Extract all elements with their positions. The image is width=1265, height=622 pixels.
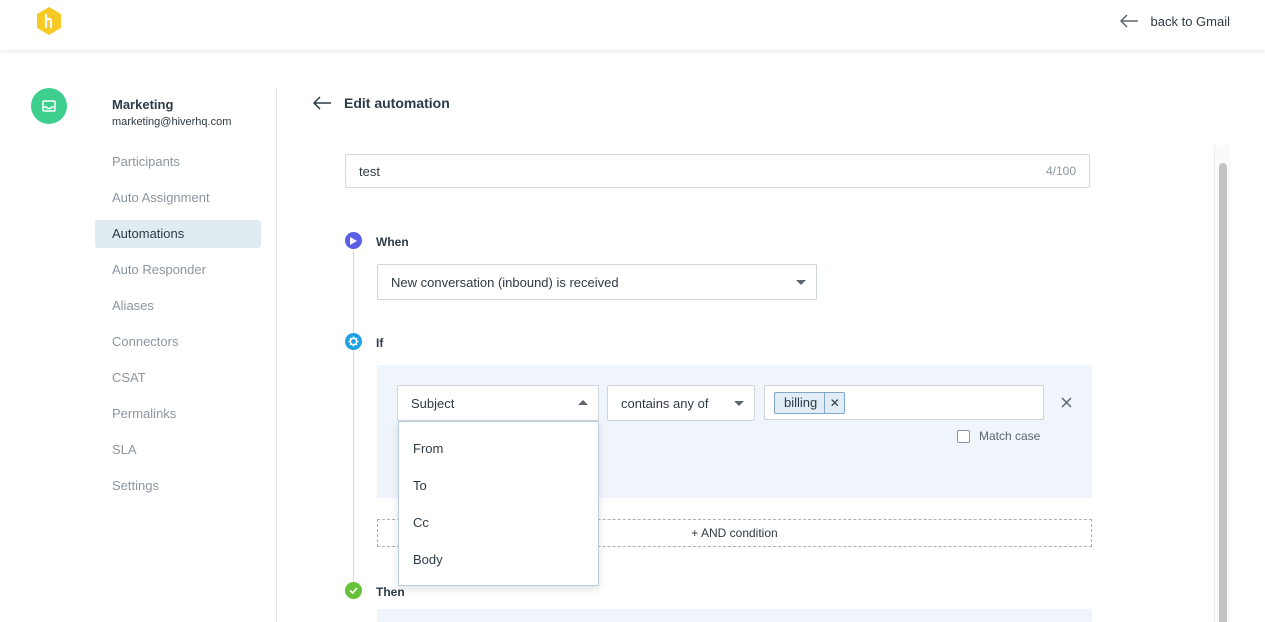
arrow-left-icon (1119, 14, 1138, 28)
inbox-name: Marketing (112, 97, 174, 112)
sidebar-item-sla[interactable]: SLA (95, 436, 261, 464)
check-icon (345, 582, 362, 599)
sidebar-item-permalinks[interactable]: Permalinks (95, 400, 261, 428)
chevron-down-icon (796, 280, 806, 285)
character-counter: 4/100 (1045, 164, 1076, 178)
page-header: Edit automation (312, 95, 450, 111)
tag-remove-icon[interactable]: ✕ (824, 392, 844, 413)
page-title: Edit automation (344, 95, 450, 111)
match-case-option: Match case (957, 429, 1040, 443)
sidebar-item-settings[interactable]: Settings (95, 472, 261, 500)
sidebar-item-auto-assignment[interactable]: Auto Assignment (95, 184, 261, 212)
scrollbar-track[interactable] (1214, 145, 1230, 622)
condition-field-value: Subject (411, 395, 455, 411)
chevron-down-icon (734, 401, 744, 406)
dropdown-option-cc[interactable]: Cc (399, 504, 598, 541)
step-connector-line (353, 250, 354, 585)
trigger-select-value: New conversation (inbound) is received (391, 274, 619, 290)
sidebar-item-auto-responder[interactable]: Auto Responder (95, 256, 261, 284)
close-icon[interactable] (1058, 394, 1075, 411)
back-arrow-icon[interactable] (312, 95, 332, 111)
inbox-icon (42, 100, 56, 112)
chevron-up-icon (578, 400, 588, 405)
play-icon (345, 232, 362, 249)
sidebar-divider (276, 88, 277, 622)
inbox-email: marketing@hiverhq.com (112, 116, 232, 128)
value-tag-label: billing (784, 395, 818, 410)
condition-operator-select[interactable]: contains any of (607, 385, 755, 421)
if-label: If (376, 336, 384, 350)
sidebar-item-aliases[interactable]: Aliases (95, 292, 261, 320)
scrollbar-thumb[interactable] (1219, 163, 1227, 622)
sidebar-item-participants[interactable]: Participants (95, 148, 261, 176)
match-case-label: Match case (979, 429, 1041, 443)
dropdown-option-to[interactable]: To (399, 467, 598, 504)
sidebar-item-csat[interactable]: CSAT (95, 364, 261, 392)
sidebar-item-connectors[interactable]: Connectors (95, 328, 261, 356)
sidebar-item-automations[interactable]: Automations (95, 220, 261, 248)
back-to-gmail-label: back to Gmail (1150, 13, 1230, 29)
then-label: Then (376, 585, 405, 599)
back-to-gmail-link[interactable]: back to Gmail (1119, 13, 1230, 29)
dropdown-option-from[interactable]: From (399, 430, 598, 467)
when-label: When (376, 235, 409, 249)
top-bar: back to Gmail (0, 0, 1265, 50)
value-tag: billing ✕ (774, 391, 846, 414)
action-panel (377, 609, 1092, 622)
field-dropdown-menu: From To Cc Body (398, 421, 599, 586)
gear-icon (345, 333, 362, 350)
condition-field-select[interactable]: Subject (397, 385, 599, 421)
condition-value-input[interactable]: billing ✕ (764, 385, 1044, 420)
automation-name-value: test (359, 163, 380, 179)
hiver-logo[interactable] (35, 6, 63, 36)
condition-operator-value: contains any of (621, 395, 709, 411)
dropdown-option-body[interactable]: Body (399, 541, 598, 578)
match-case-checkbox[interactable] (957, 429, 970, 443)
inbox-avatar (31, 88, 67, 124)
sidebar-nav: Participants Auto Assignment Automations… (95, 148, 261, 508)
trigger-select[interactable]: New conversation (inbound) is received (377, 264, 817, 300)
automation-name-input[interactable]: test 4/100 (345, 154, 1090, 188)
